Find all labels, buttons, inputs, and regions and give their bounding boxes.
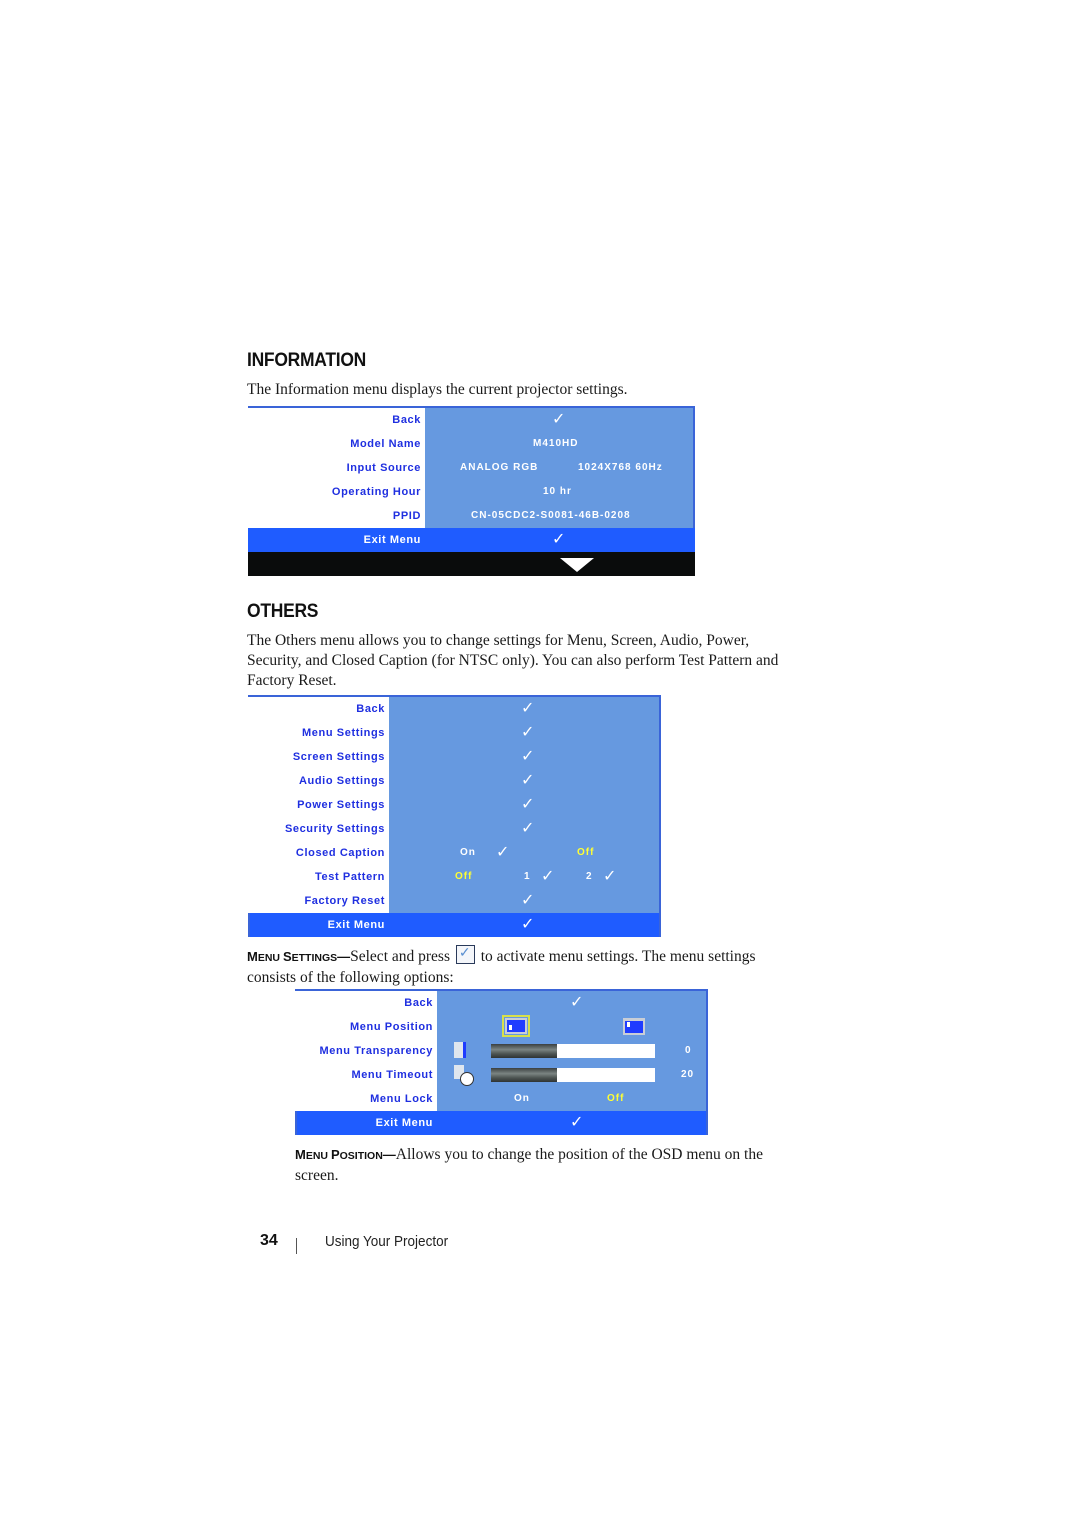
info-value-model-name: M410HD: [533, 438, 579, 449]
info-row-back[interactable]: Back ✓: [248, 408, 695, 432]
others-row-power-settings[interactable]: Power Settings ✓: [248, 793, 661, 817]
scroll-down-arrow-icon[interactable]: [560, 558, 594, 572]
check-icon: ✓: [521, 700, 535, 717]
ms-label-back: Back: [295, 991, 437, 1015]
info-row-exit-menu[interactable]: Exit Menu ✓: [248, 528, 695, 552]
others-label-screen-settings: Screen Settings: [248, 745, 389, 769]
ms-label-menu-transparency: Menu Transparency: [295, 1039, 437, 1063]
others-label-exit-menu: Exit Menu: [250, 913, 389, 937]
menu-timeout-slider-fill: [491, 1068, 557, 1082]
menu-position-term: MENU POSITION—: [295, 1147, 396, 1162]
others-label-factory-reset: Factory Reset: [248, 889, 389, 913]
check-icon: ✓: [603, 868, 617, 885]
others-osd-menu: Back ✓ Menu Settings ✓ Screen Settings ✓…: [248, 695, 661, 937]
menu-transparency-slider-fill: [491, 1044, 557, 1058]
menu-settings-description: MENU SETTINGS—Select and press to activa…: [247, 944, 787, 988]
others-label-test-pattern: Test Pattern: [248, 865, 389, 889]
menu-settings-osd-menu: Back ✓ Menu Position Menu Transparency 0…: [295, 989, 708, 1135]
menu-timeout-slider[interactable]: [491, 1068, 655, 1082]
footer-divider: [296, 1238, 297, 1254]
page-number: 34: [260, 1232, 278, 1249]
info-row-input-source: Input Source ANALOG RGB 1024X768 60Hz: [248, 456, 695, 480]
check-icon: ✓: [570, 994, 584, 1011]
menu-lock-off-option[interactable]: Off: [607, 1087, 624, 1111]
info-label-back: Back: [248, 408, 425, 432]
info-label-input-source: Input Source: [248, 456, 425, 480]
information-description: The Information menu displays the curren…: [247, 381, 628, 398]
test-pattern-option-2[interactable]: 2: [586, 865, 593, 889]
ms-row-back[interactable]: Back ✓: [295, 991, 708, 1015]
info-row-ppid: PPID CN-05CDC2-S0081-46B-0208: [248, 504, 695, 528]
check-icon: ✓: [496, 844, 510, 861]
menu-position-bottom-left-icon[interactable]: [502, 1015, 530, 1037]
others-row-test-pattern: Test Pattern Off 1 ✓ 2 ✓: [248, 865, 661, 889]
info-value-ppid: CN-05CDC2-S0081-46B-0208: [471, 510, 631, 521]
check-icon: ✓: [552, 531, 566, 548]
scroll-bar[interactable]: [248, 552, 695, 576]
others-description: The Others menu allows you to change set…: [247, 632, 779, 689]
transparency-icon: [454, 1042, 466, 1058]
ms-row-menu-position: Menu Position: [295, 1015, 708, 1039]
ms-row-exit-menu[interactable]: Exit Menu ✓: [295, 1111, 708, 1135]
ms-label-menu-position: Menu Position: [295, 1015, 437, 1039]
others-heading: OTHERS: [247, 601, 319, 622]
menu-timeout-value: 20: [681, 1069, 695, 1080]
info-row-operating-hour: Operating Hour 10 hr: [248, 480, 695, 504]
check-icon: ✓: [521, 796, 535, 813]
ms-label-menu-timeout: Menu Timeout: [295, 1063, 437, 1087]
menu-lock-on-option[interactable]: On: [514, 1087, 530, 1111]
others-row-audio-settings[interactable]: Audio Settings ✓: [248, 769, 661, 793]
others-label-menu-settings: Menu Settings: [248, 721, 389, 745]
check-icon: ✓: [521, 892, 535, 909]
ms-row-menu-timeout: Menu Timeout 20: [295, 1063, 708, 1087]
others-row-factory-reset[interactable]: Factory Reset ✓: [248, 889, 661, 913]
check-icon: ✓: [521, 820, 535, 837]
information-osd-menu: Back ✓ Model Name M410HD Input Source AN…: [248, 406, 695, 576]
check-icon: ✓: [552, 411, 566, 428]
others-row-back[interactable]: Back ✓: [248, 697, 661, 721]
menu-transparency-value: 0: [685, 1045, 692, 1056]
info-label-operating-hour: Operating Hour: [248, 480, 425, 504]
others-row-screen-settings[interactable]: Screen Settings ✓: [248, 745, 661, 769]
menu-position-top-left-icon[interactable]: [623, 1018, 645, 1035]
menu-settings-term: MENU SETTINGS—: [247, 949, 351, 964]
check-icon: ✓: [521, 748, 535, 765]
ms-row-menu-transparency: Menu Transparency 0: [295, 1039, 708, 1063]
others-row-exit-menu[interactable]: Exit Menu ✓: [248, 913, 661, 937]
info-label-ppid: PPID: [248, 504, 425, 528]
select-check-icon: [455, 944, 475, 964]
test-pattern-off-option[interactable]: Off: [455, 865, 472, 889]
information-heading: INFORMATION: [247, 350, 366, 371]
info-value-input-source: ANALOG RGB: [460, 462, 539, 473]
footer-section-title: Using Your Projector: [325, 1233, 449, 1250]
check-icon: ✓: [521, 916, 535, 933]
check-icon: ✓: [521, 724, 535, 741]
others-label-power-settings: Power Settings: [248, 793, 389, 817]
info-label-exit-menu: Exit Menu: [248, 528, 425, 552]
info-label-model-name: Model Name: [248, 432, 425, 456]
test-pattern-option-1[interactable]: 1: [524, 865, 531, 889]
ms-label-menu-lock: Menu Lock: [295, 1087, 437, 1111]
closed-caption-on-option[interactable]: On: [460, 841, 476, 865]
others-row-security-settings[interactable]: Security Settings ✓: [248, 817, 661, 841]
others-label-closed-caption: Closed Caption: [248, 841, 389, 865]
clock-icon: [460, 1072, 474, 1086]
others-row-closed-caption: Closed Caption On ✓ Off: [248, 841, 661, 865]
menu-position-description: MENU POSITION—Allows you to change the p…: [295, 1146, 763, 1184]
others-label-audio-settings: Audio Settings: [248, 769, 389, 793]
ms-label-exit-menu: Exit Menu: [297, 1111, 437, 1135]
info-value-operating-hour: 10 hr: [543, 486, 572, 497]
check-icon: ✓: [541, 868, 555, 885]
others-row-menu-settings[interactable]: Menu Settings ✓: [248, 721, 661, 745]
closed-caption-off-option[interactable]: Off: [577, 841, 594, 865]
info-value-resolution: 1024X768 60Hz: [578, 462, 663, 473]
others-label-security-settings: Security Settings: [248, 817, 389, 841]
ms-row-menu-lock: Menu Lock On Off: [295, 1087, 708, 1111]
menu-transparency-slider[interactable]: [491, 1044, 655, 1058]
check-icon: ✓: [570, 1114, 584, 1131]
others-label-back: Back: [248, 697, 389, 721]
check-icon: ✓: [521, 772, 535, 789]
info-row-model-name: Model Name M410HD: [248, 432, 695, 456]
